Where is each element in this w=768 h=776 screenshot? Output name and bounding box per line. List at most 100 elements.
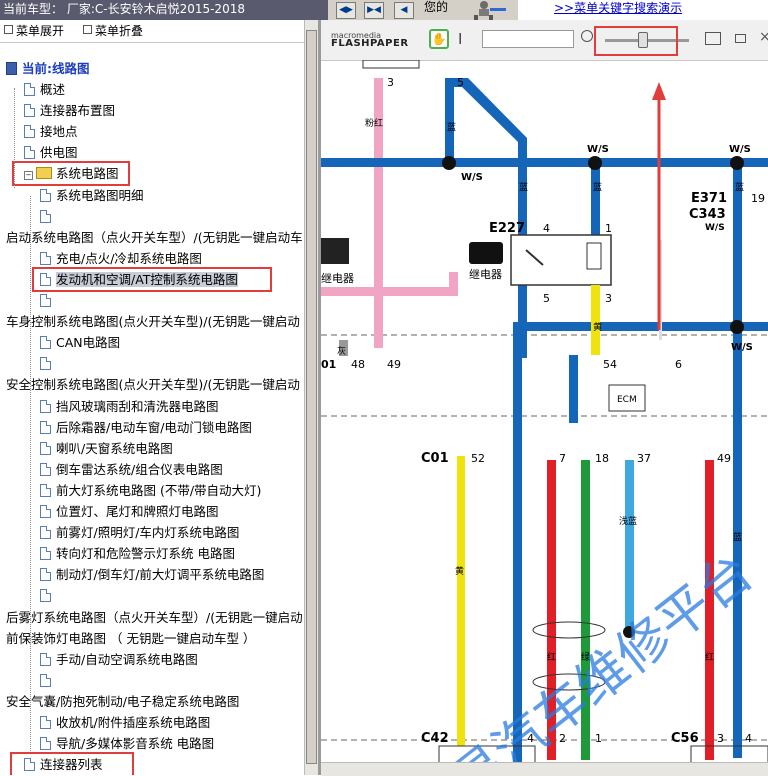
tree-current[interactable]: 当前:线路图 xyxy=(6,58,90,79)
document-icon xyxy=(40,357,51,371)
menu-bar: 菜单展开 菜单折叠 xyxy=(0,20,318,43)
blue-wire-right xyxy=(733,158,742,758)
pin-label: 4 xyxy=(745,732,752,745)
book-icon xyxy=(6,62,17,75)
tree-item-label: 导航/多媒体影音系统 电路图 xyxy=(56,736,215,752)
document-icon xyxy=(40,209,51,223)
car-model-label: 当前车型： 厂家:C-长安铃木启悦2015-2018 xyxy=(0,0,328,20)
wiring-diagram: 3 5 粉红 蓝 W/S W/S W/S 蓝 蓝 蓝 E371 19 C343 … xyxy=(321,60,768,775)
tree-item-empty[interactable] xyxy=(40,206,56,227)
fit-page-icon[interactable] xyxy=(735,34,746,43)
tree-item[interactable]: 前保装饰灯电路图 （ 无钥匙一键启动车型 ） xyxy=(6,628,304,649)
tree-guide-line xyxy=(14,88,15,188)
left-tree-panel: 菜单展开 菜单折叠 当前:线路图 概述 连接器布置图 接地点 供电图 − 系统电路图 系统电… xyxy=(0,20,318,775)
pin-label: 3 xyxy=(605,292,612,305)
tree-item-empty[interactable] xyxy=(40,290,56,311)
tree-item[interactable]: 前雾灯/照明灯/车内灯系统电路图 xyxy=(40,522,239,543)
pink-wire-horizontal xyxy=(321,287,383,296)
tree-item[interactable]: 安全控制系统电路图(点火开关车型)/(无钥匙一键启动 xyxy=(6,374,304,395)
tree-item-label: 收放机/附件插座系统电路图 xyxy=(56,715,211,730)
tree-item-label: 前保装饰灯电路图 （ 无钥匙一键启动车型 ） xyxy=(6,630,256,646)
annotation-box xyxy=(10,752,134,775)
viewer-toolbar: macromedia FLASHPAPER ✋ I × xyxy=(321,20,768,61)
tree-item-empty[interactable] xyxy=(40,353,56,374)
document-icon xyxy=(40,294,51,307)
ws-label: W/S xyxy=(729,144,751,155)
top-connector xyxy=(362,60,420,69)
collapse-box-icon xyxy=(83,25,92,34)
tree-item[interactable]: 供电图 xyxy=(24,142,78,163)
tree-item[interactable]: 位置灯、尾灯和牌照灯电路图 xyxy=(40,501,219,522)
pin-label: 37 xyxy=(637,452,651,465)
document-icon xyxy=(40,483,51,497)
search-demo-link[interactable]: >>菜单关键字搜索演示 xyxy=(554,0,682,16)
tree-item[interactable]: 概述 xyxy=(24,79,65,100)
tree-item[interactable]: 安全气囊/防抱死制动/电子稳定系统电路图 xyxy=(6,691,304,712)
tree-item-label: 概述 xyxy=(40,82,66,97)
tree-item[interactable]: 收放机/附件插座系统电路图 xyxy=(40,712,210,733)
tree-item[interactable]: 挡风玻璃雨刮和清洗器电路图 xyxy=(40,396,219,417)
wire-label-yellow: 黄 xyxy=(593,321,602,333)
relay-symbol-icon xyxy=(469,242,503,264)
tree-vertical-scrollbar[interactable] xyxy=(304,20,318,775)
tree-item[interactable]: 启动系统电路图（点火开关车型）/(无钥匙一键启动车 xyxy=(6,227,304,248)
tree-item[interactable]: 后除霜器/电动车窗/电动门锁电路图 xyxy=(40,417,252,438)
tree-item[interactable]: 后雾灯系统电路图（点火开关车型）/(无钥匙一键启动 xyxy=(6,607,304,628)
tree-item[interactable]: 倒车雷达系统/组合仪表电路图 xyxy=(40,459,223,480)
tree-item[interactable]: 前大灯系统电路图 (不带/带自动大灯) xyxy=(40,480,261,501)
tree-item-label: 连接器布置图 xyxy=(40,103,116,119)
zoom-icon[interactable] xyxy=(581,30,593,42)
wire-label-blue: 蓝 xyxy=(593,181,602,193)
tree-item-empty[interactable] xyxy=(40,585,56,606)
tree-item-label: 启动系统电路图（点火开关车型）/(无钥匙一键启动车 xyxy=(6,229,303,245)
pin-label: 1 xyxy=(605,222,612,235)
annotation-box-zoom xyxy=(594,26,678,56)
text-select-icon[interactable]: I xyxy=(458,30,462,48)
pink-wire-bottom xyxy=(383,287,458,296)
tree-item[interactable]: 充电/点火/冷却系统电路图 xyxy=(40,248,202,269)
tree-item-label: 后除霜器/电动车窗/电动门锁电路图 xyxy=(56,419,252,435)
viewer-horizontal-scrollbar[interactable] xyxy=(321,762,768,776)
document-icon xyxy=(40,589,51,603)
close-icon[interactable]: × xyxy=(759,29,768,45)
tree-item-empty[interactable] xyxy=(40,670,56,691)
page-number-input[interactable] xyxy=(482,30,574,48)
tree-item[interactable]: 连接器布置图 xyxy=(24,100,115,121)
tree-item[interactable]: 手动/自动空调系统电路图 xyxy=(40,649,198,670)
tree-current-label: 当前:线路图 xyxy=(22,61,90,76)
tree-item[interactable]: 车身控制系统电路图(点火开关车型)/(无钥匙一键启动 xyxy=(6,311,304,332)
relay-left-icon xyxy=(321,238,349,264)
tree-item-label: CAN电路图 xyxy=(56,335,121,351)
first-page-button[interactable]: ▶◀ xyxy=(364,2,384,19)
back-button[interactable]: ◀ xyxy=(394,2,414,19)
pin-label: 5 xyxy=(457,76,464,89)
menu-collapse-button[interactable]: 菜单折叠 xyxy=(83,22,143,40)
tree-item[interactable]: CAN电路图 xyxy=(40,332,120,353)
connector-label-c56: C56 xyxy=(671,731,699,746)
tree-scroll-thumb[interactable] xyxy=(306,30,317,764)
tree-item-label: 车身控制系统电路图(点火开关车型)/(无钥匙一键启动 xyxy=(6,314,300,330)
document-icon xyxy=(40,652,51,666)
ws-label: W/S xyxy=(705,223,725,233)
prev-page-button[interactable]: ◀▶ xyxy=(336,2,356,19)
tree-item[interactable]: 制动灯/倒车灯/前大灯调平系统电路图 xyxy=(40,564,264,585)
tree-item[interactable]: 系统电路图明细 xyxy=(40,185,144,206)
tree-item-label: 手动/自动空调系统电路图 xyxy=(56,651,198,667)
tree-item[interactable]: 喇叭/天窗系统电路图 xyxy=(40,438,173,459)
tree-item[interactable]: 接地点 xyxy=(24,121,78,142)
wire-label-lightblue: 浅蓝 xyxy=(619,515,637,527)
tree-item-label: 安全气囊/防抱死制动/电子稳定系统电路图 xyxy=(6,693,240,709)
pin-label: 19 xyxy=(751,192,765,205)
menu-expand-button[interactable]: 菜单展开 xyxy=(4,22,64,40)
tree-item[interactable]: 转向灯和危险警示灯系统 电路图 xyxy=(40,543,235,564)
hand-tool-icon[interactable]: ✋ xyxy=(429,29,449,49)
wire-label-red: 红 xyxy=(705,651,714,663)
pin-label: 1 xyxy=(595,732,602,745)
tree-item-label: 制动灯/倒车灯/前大灯调平系统电路图 xyxy=(56,567,265,583)
tree-item-label: 位置灯、尾灯和牌照灯电路图 xyxy=(56,504,219,519)
pin-label: 54 xyxy=(603,358,617,371)
ecm-label: ECM xyxy=(617,395,637,405)
tree-item[interactable]: 导航/多媒体影音系统 电路图 xyxy=(40,733,214,754)
blue-wire-diagonal xyxy=(454,78,527,162)
print-icon[interactable] xyxy=(705,32,721,45)
